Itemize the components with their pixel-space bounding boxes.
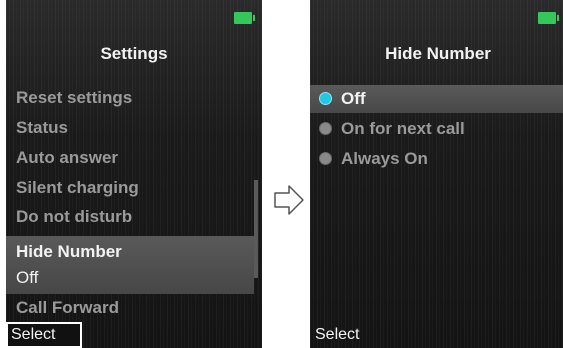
- option-label: On for next call: [341, 119, 465, 138]
- settings-screen: Settings Reset settings Status Auto answ…: [6, 0, 262, 348]
- menu-item-reset-settings[interactable]: Reset settings: [16, 87, 132, 109]
- hide-number-screen: Hide Number Off On for next call Always …: [310, 0, 563, 348]
- menu-item-auto-answer[interactable]: Auto answer: [16, 147, 118, 169]
- menu-item-value: Off: [16, 268, 39, 287]
- option-off[interactable]: Off: [310, 85, 563, 113]
- option-always-on[interactable]: Always On: [310, 145, 563, 173]
- menu-item-hide-number[interactable]: Hide Number Off: [6, 236, 254, 294]
- radio-unselected-icon: [319, 152, 332, 165]
- screen-title: Settings: [100, 44, 168, 63]
- menu-item-status[interactable]: Status: [16, 117, 68, 139]
- menu-item-do-not-disturb[interactable]: Do not disturb: [16, 206, 132, 228]
- menu-item-silent-charging[interactable]: Silent charging: [16, 177, 139, 199]
- right-arrow-icon: [274, 185, 304, 215]
- radio-unselected-icon: [319, 122, 332, 135]
- scrollbar[interactable]: [254, 180, 258, 278]
- option-on-for-next-call[interactable]: On for next call: [310, 115, 563, 143]
- menu-item-call-forward[interactable]: Call Forward: [16, 297, 119, 319]
- option-label: Always On: [341, 149, 428, 168]
- battery-icon: [234, 12, 255, 24]
- battery-icon: [538, 12, 559, 24]
- softkey-select[interactable]: Select: [315, 326, 359, 344]
- radio-selected-icon: [319, 92, 332, 105]
- option-label: Off: [341, 89, 366, 108]
- menu-item-label: Hide Number: [16, 242, 122, 261]
- screen-title: Hide Number: [385, 44, 491, 63]
- softkey-select[interactable]: Select: [11, 326, 55, 344]
